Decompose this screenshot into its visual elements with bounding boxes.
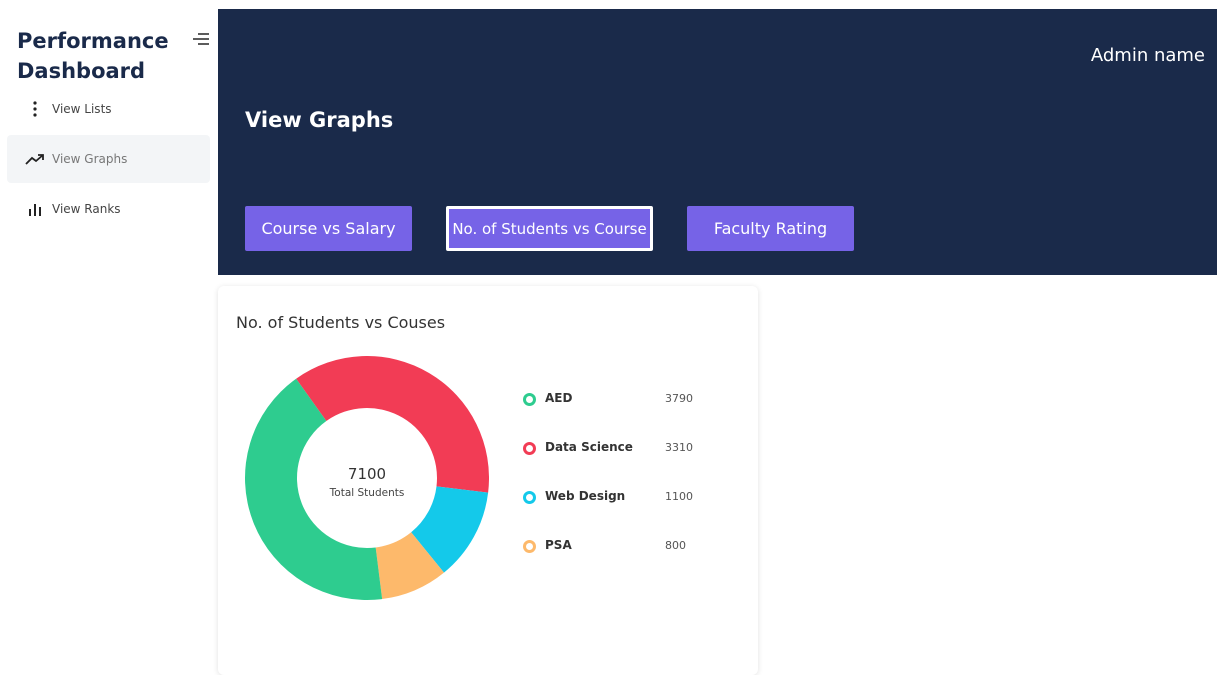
legend-value: 3310 xyxy=(665,441,693,454)
brand-title: Performance Dashboard xyxy=(17,29,169,83)
total-value: 7100 xyxy=(348,465,386,483)
vertical-dots-icon xyxy=(25,101,45,117)
legend-value: 1100 xyxy=(665,490,693,503)
legend-label: AED xyxy=(545,391,573,405)
chart-title: No. of Students vs Couses xyxy=(236,313,446,332)
legend-value: 800 xyxy=(665,539,686,552)
chart-legend: AED 3790 Data Science 3310 Web Design 1100 PSA… xyxy=(523,391,723,587)
legend-label: Web Design xyxy=(545,489,626,503)
legend-marker-icon xyxy=(523,393,536,406)
sidebar-item-label: View Ranks xyxy=(52,202,121,216)
user-name[interactable]: Admin name xyxy=(1091,45,1205,66)
sidebar-item-view-ranks[interactable]: View Ranks xyxy=(7,185,210,233)
legend-item[interactable]: Web Design 1100 xyxy=(523,489,723,538)
header-banner: Admin name View Graphs Course vs Salary … xyxy=(218,9,1217,275)
sidebar-nav: View Lists View Graphs View Ranks xyxy=(7,85,210,235)
donut-chart: 7100 Total Students xyxy=(245,356,489,600)
donut-slice-data-science[interactable] xyxy=(296,356,489,493)
legend-label: Data Science xyxy=(545,440,633,454)
chart-card: No. of Students vs Couses 7100 Total Stu… xyxy=(218,286,758,675)
legend-item[interactable]: Data Science 3310 xyxy=(523,440,723,489)
trending-up-icon xyxy=(25,151,45,167)
legend-marker-icon xyxy=(523,540,536,553)
legend-value: 3790 xyxy=(665,392,693,405)
total-label: Total Students xyxy=(329,487,405,499)
sidebar-item-view-graphs[interactable]: View Graphs xyxy=(7,135,210,183)
tab-students-vs-course[interactable]: No. of Students vs Course xyxy=(446,206,653,251)
sidebar: Performance Dashboard View Lists View Gr… xyxy=(0,0,218,675)
legend-marker-icon xyxy=(523,491,536,504)
tab-course-vs-salary[interactable]: Course vs Salary xyxy=(245,206,412,251)
legend-label: PSA xyxy=(545,538,572,552)
sidebar-item-view-lists[interactable]: View Lists xyxy=(7,85,210,133)
legend-item[interactable]: AED 3790 xyxy=(523,391,723,440)
page-title: View Graphs xyxy=(245,108,394,132)
bar-chart-icon xyxy=(25,201,45,217)
menu-collapse-icon[interactable] xyxy=(192,31,210,47)
sidebar-item-label: View Graphs xyxy=(52,152,128,166)
tab-faculty-rating[interactable]: Faculty Rating xyxy=(687,206,854,251)
sidebar-item-label: View Lists xyxy=(52,102,112,116)
legend-item[interactable]: PSA 800 xyxy=(523,538,723,587)
legend-marker-icon xyxy=(523,442,536,455)
